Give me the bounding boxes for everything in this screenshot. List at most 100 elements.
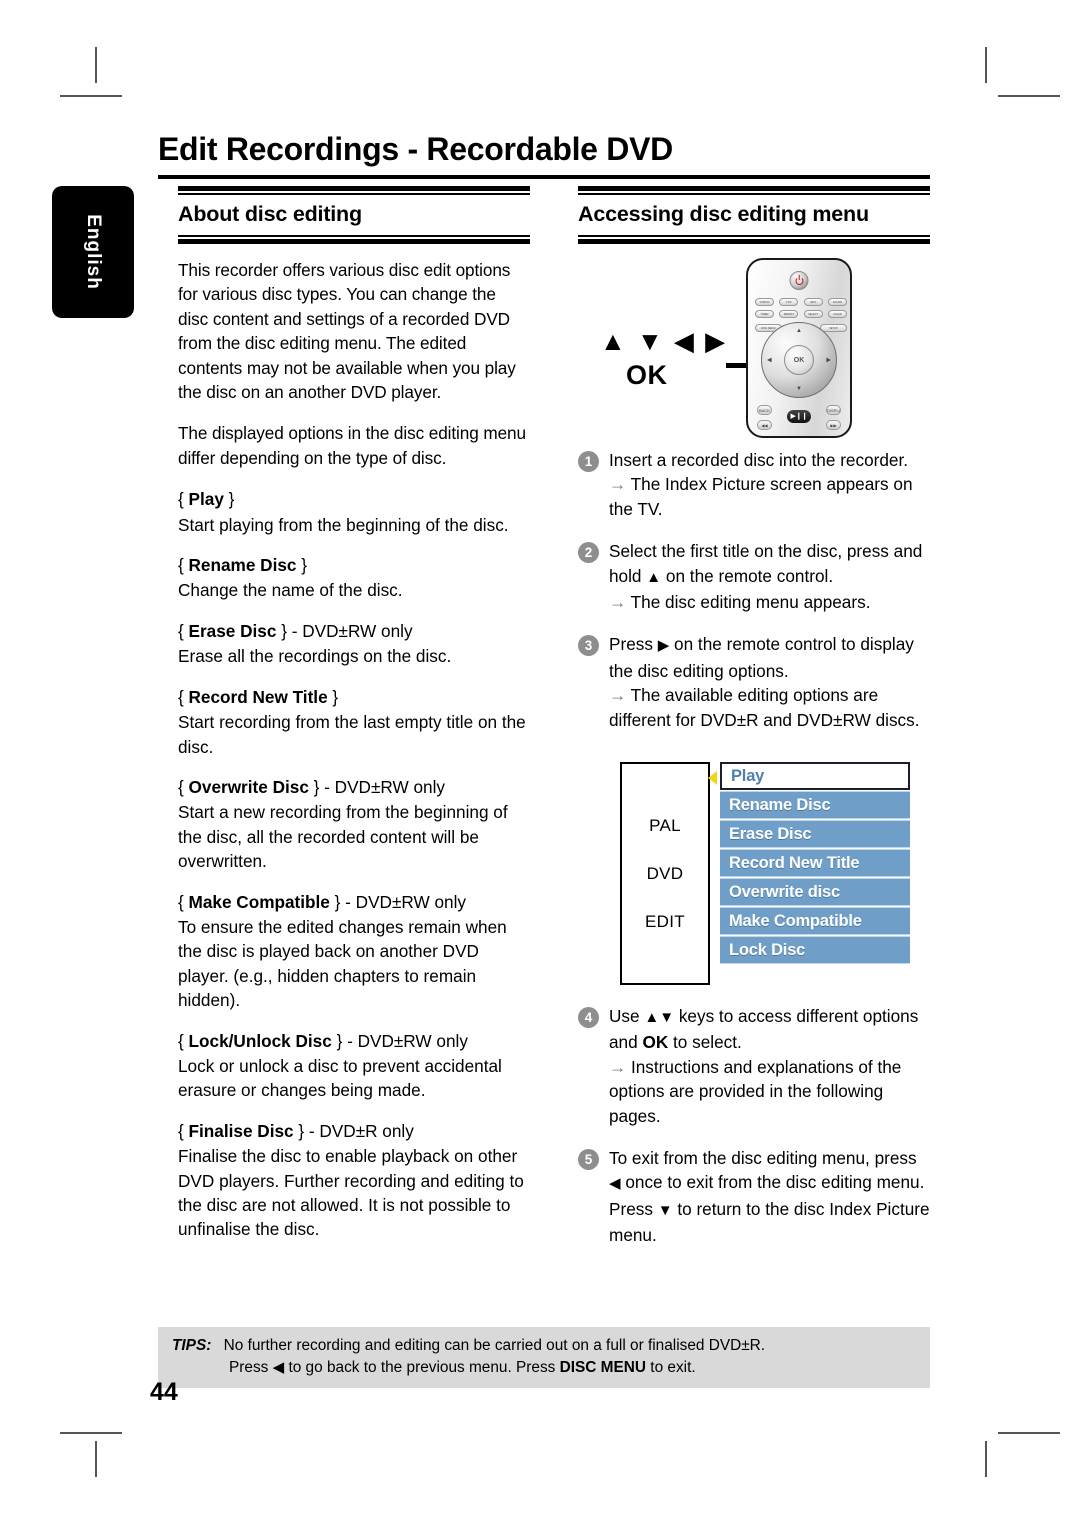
disc-option-description: Erase all the recordings on the disc. (178, 646, 452, 667)
brace-open: { (178, 1030, 189, 1051)
brace-close: } (308, 776, 320, 797)
instruction-step: 5 To exit from the disc editing menu, pre… (578, 1146, 930, 1248)
crop-mark-bottom-left-vertical (95, 1441, 97, 1477)
disc-option-suffix: - DVD±RW only (342, 1030, 468, 1051)
remote-mini-button: TIMER (755, 310, 774, 318)
crop-mark-bottom-right-vertical (985, 1441, 987, 1477)
osd-menu-item[interactable]: Play (720, 762, 910, 790)
result-arrow-icon: → (609, 685, 627, 706)
disc-option-description: To ensure the edited changes remain when… (178, 916, 507, 1011)
arrow-key-icon: ▶ (657, 637, 670, 655)
disc-option-description: Start a new recording from the beginning… (178, 802, 508, 872)
osd-menu-item[interactable]: Record New Title (720, 849, 910, 877)
disc-option-heading: { Play } (178, 487, 530, 511)
disc-option-name: Record New Title (188, 686, 328, 707)
instruction-step: 2 Select the first title on the disc, pre… (578, 539, 930, 614)
step-text: Use ▲▼ keys to access different options … (609, 1006, 919, 1053)
brace-close: } (329, 891, 341, 912)
nav-up-arrow-icon: ▲ (796, 328, 802, 334)
arrow-key-icon: ◀ (609, 1175, 621, 1193)
disc-menu-key-label: DISC MENU (559, 1359, 647, 1376)
forward-button-icon: ▶▶ (826, 420, 841, 430)
ok-button-icon: OK (784, 345, 814, 375)
step-result: → The available editing options are diff… (609, 685, 920, 730)
tips-line-2: Press ◀ to go back to the previous menu.… (172, 1357, 920, 1379)
disc-option-suffix: - DVD±RW only (319, 776, 446, 797)
disc-option-suffix: - DVD±R only (304, 1120, 414, 1141)
step-result: → Instructions and explanations of the o… (609, 1056, 902, 1126)
arrow-key-icon: ▼ (657, 1201, 673, 1219)
step-number: 1 (578, 451, 599, 472)
osd-menu-item[interactable]: Rename Disc (720, 791, 910, 819)
section-rule-bottom-right (578, 235, 930, 244)
tips-line2-before: Press (229, 1359, 273, 1376)
remote-mini-button: TV/DISC (755, 298, 774, 306)
result-arrow-icon: → (609, 1056, 627, 1077)
brace-open: { (178, 776, 189, 797)
brace-open: { (178, 555, 189, 576)
osd-menu-item[interactable]: Lock Disc (720, 936, 910, 964)
section-rule-top-right (578, 186, 930, 195)
nav-right-arrow-icon: ▶ (826, 357, 831, 364)
section-title-left: About disc editing (178, 202, 362, 226)
section-header-about-disc-editing: About disc editing (178, 186, 530, 244)
rewind-button-icon: ◀◀ (757, 420, 772, 430)
crop-mark-bottom-right-horizontal (998, 1432, 1060, 1434)
osd-menu-list: Play Rename Disc Erase Disc Record New Titl… (720, 762, 910, 965)
page-number: 44 (150, 1378, 178, 1406)
disc-option-name: Lock/Unlock Disc (188, 1030, 332, 1051)
intro-paragraph-1: This recorder offers various disc edit o… (178, 260, 516, 403)
back-button-icon: BACK (757, 405, 772, 415)
brace-open: { (178, 891, 189, 912)
brace-open: { (178, 1120, 189, 1141)
osd-menu-item[interactable]: Erase Disc (720, 820, 910, 848)
disc-editing-menu-graphic: PAL DVD EDIT Play Rename Disc Erase Disc Reco… (620, 760, 910, 988)
disc-option-description: Change the name of the disc. (178, 580, 403, 601)
osd-status-label: EDIT (645, 911, 685, 931)
disc-option-heading: { Finalise Disc } - DVD±R only (178, 1119, 530, 1143)
power-icon (789, 271, 809, 290)
brace-close: } (293, 1120, 305, 1141)
remote-mini-button: TOP (779, 298, 799, 306)
disc-option-name: Make Compatible (188, 891, 330, 912)
instruction-step: 1 Insert a recorded disc into the recorde… (578, 448, 930, 521)
nav-left-arrow-icon: ◀ (767, 357, 772, 364)
brace-close: } (296, 555, 307, 576)
title-rule (158, 175, 930, 179)
disc-option-name: Rename Disc (188, 555, 297, 576)
osd-menu-item[interactable]: Make Compatible (720, 907, 910, 935)
arrow-key-icon: ▲ (646, 568, 662, 586)
disc-option-heading: { Make Compatible } - DVD±RW only (178, 890, 530, 914)
remote-control-illustration: ▲ ▼ ◀ ▶ OK TV/DISC TOP INFO SOUND TIMER … (578, 250, 930, 440)
osd-status-label: DVD (646, 863, 684, 883)
brace-open: { (178, 620, 189, 641)
remote-mini-button: INFO (803, 298, 823, 306)
result-arrow-icon: → (609, 592, 627, 613)
disc-option-name: Overwrite Disc (188, 776, 309, 797)
left-arrow-icon: ◀ (272, 1359, 285, 1376)
step-result: → The Index Picture screen appears on th… (609, 474, 913, 519)
disc-option-name: Play (188, 489, 224, 510)
result-arrow-icon: → (609, 474, 627, 495)
osd-menu-item[interactable]: Overwrite disc (720, 878, 910, 906)
arrow-key-icon: ▲▼ (644, 1009, 675, 1026)
section-header-accessing-disc-editing-menu: Accessing disc editing menu (578, 186, 930, 244)
steps-list: 1 Insert a recorded disc into the recorde… (578, 448, 930, 750)
display-button-icon: DISPLAY (826, 405, 841, 415)
remote-button-row-2: TIMER REPEAT SELECT CLEAR (755, 310, 847, 318)
disc-option-heading: { Overwrite Disc } - DVD±RW only (178, 775, 530, 799)
navigation-pad-icon: ▲ ▼ ◀ ▶ OK (761, 322, 837, 398)
crop-mark-top-right-horizontal (998, 95, 1060, 97)
disc-option-suffix: - DVD±RW only (286, 620, 413, 641)
step-number: 2 (578, 542, 599, 564)
language-tab-label: English (83, 214, 104, 290)
manual-page: English Edit Recordings - Recordable DVD… (0, 0, 1080, 1524)
remote-mini-button: REPEAT (779, 310, 799, 318)
remote-button-row-1: TV/DISC TOP INFO SOUND (755, 298, 847, 306)
language-tab: English (52, 186, 134, 318)
tips-label: TIPS: (172, 1337, 212, 1354)
disc-option-name: Erase Disc (188, 620, 277, 641)
step-text: Press ▶ on the remote control to display… (609, 634, 914, 681)
osd-status-label: PAL (649, 815, 681, 835)
crop-mark-top-right-vertical (985, 47, 987, 83)
